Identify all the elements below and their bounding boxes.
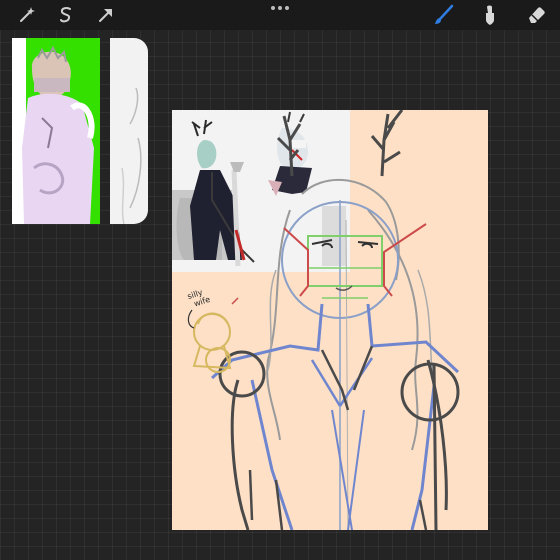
smudge-icon[interactable] — [478, 3, 502, 27]
sketch-layer — [187, 110, 460, 530]
drawing-canvas[interactable]: silly wife — [172, 110, 488, 530]
more-dots-icon[interactable] — [266, 2, 294, 14]
reference-panel[interactable] — [12, 38, 148, 224]
top-toolbar — [0, 0, 560, 30]
eraser-icon[interactable] — [524, 3, 548, 27]
magic-wand-icon[interactable] — [15, 3, 39, 27]
selection-icon[interactable] — [54, 3, 78, 27]
brush-icon[interactable] — [432, 3, 456, 27]
transform-arrow-icon[interactable] — [94, 3, 118, 27]
reference-side-panel[interactable] — [110, 38, 148, 224]
reference-image — [12, 38, 100, 224]
